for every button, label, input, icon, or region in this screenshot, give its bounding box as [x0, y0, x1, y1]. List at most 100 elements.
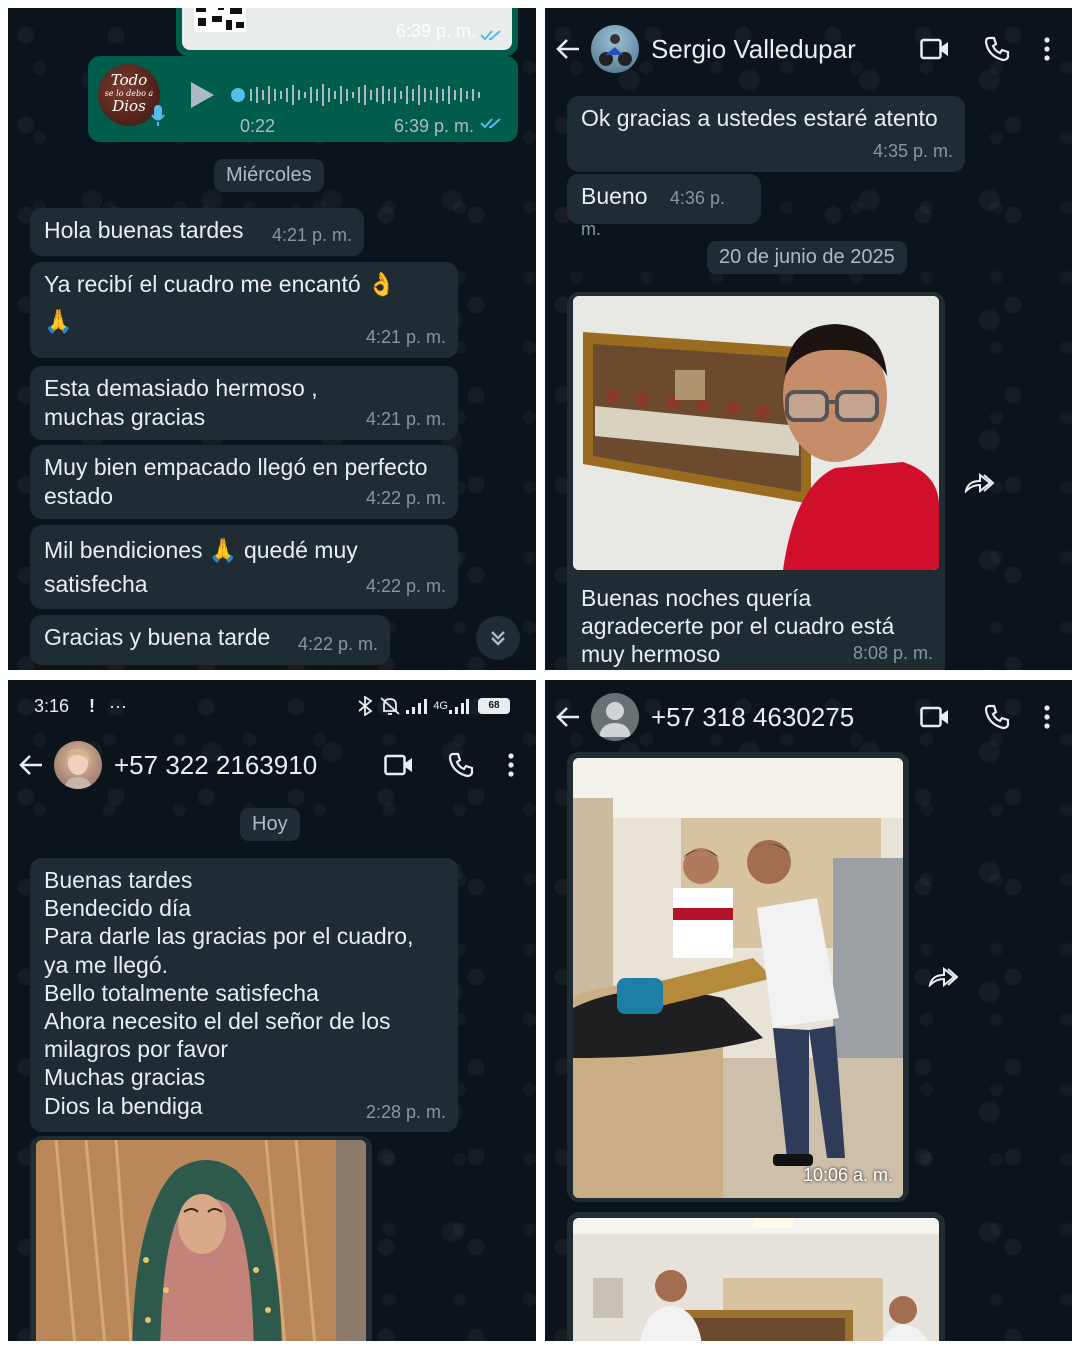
read-ticks-icon [480, 30, 501, 41]
back-button[interactable] [8, 752, 54, 778]
message-time: 2:28 p. m. [365, 1101, 446, 1122]
photo-time: 10:06 a. m. [802, 1165, 893, 1185]
men-unpacking-painting-image [573, 758, 903, 1198]
photo-message-bubble[interactable]: Buenas noches quería agradecerte por el … [567, 292, 945, 670]
voice-time: 6:39 p. m. [393, 116, 474, 136]
photo-message-bubble[interactable] [567, 1212, 945, 1341]
status-more: ··· [109, 695, 128, 716]
avatar[interactable] [54, 741, 102, 789]
video-call-icon[interactable] [920, 38, 950, 60]
video-call-icon[interactable] [384, 754, 414, 776]
photo-men-with-painting[interactable] [573, 1218, 939, 1341]
sticker-text-1: Todo [110, 71, 148, 89]
mute-icon [380, 697, 400, 715]
status-bar: 3:16 ! ··· 4G 68 [8, 680, 536, 732]
signal-icon [406, 699, 428, 714]
message-bubble[interactable]: Buenas tardes Bendecido día Para darle l… [30, 858, 458, 1132]
scroll-down-icon [491, 631, 505, 646]
network-type: 4G [433, 700, 448, 712]
photo-message-bubble[interactable]: 10:06 a. m. [567, 752, 909, 1202]
chat-panel-3: 3:16 ! ··· 4G 68 +57 322 2163910 Hoy Bue… [8, 680, 536, 1341]
battery-level: 68 [488, 700, 500, 711]
battery-icon: 68 [478, 698, 510, 714]
contact-name[interactable]: Sergio Valledupar [651, 34, 920, 65]
forward-icon [964, 472, 994, 493]
forward-button[interactable] [921, 954, 965, 998]
message-bubble[interactable]: Esta demasiado hermoso , muchas gracias … [30, 366, 458, 440]
woman-avatar-image [64, 748, 92, 789]
message-bubble[interactable]: Gracias y buena tarde 4:22 p. m. [30, 615, 390, 665]
voice-duration: 0:22 [240, 116, 276, 136]
default-avatar-icon [599, 702, 631, 737]
message-line: milagros por favor [44, 1036, 229, 1063]
back-arrow-icon [19, 755, 42, 775]
phone-icon[interactable] [448, 752, 474, 778]
message-time: 4:21 p. m. [365, 409, 446, 429]
phone-icon[interactable] [984, 36, 1010, 62]
photo-message-bubble[interactable] [30, 1136, 372, 1341]
qr-code-image [194, 8, 246, 32]
photo-unboxing[interactable]: 10:06 a. m. [573, 758, 903, 1198]
contact-name[interactable]: +57 318 4630275 [651, 702, 920, 733]
avatar[interactable] [591, 693, 639, 741]
message-bubble[interactable]: Bueno 4:36 p. m. [567, 174, 761, 239]
message-text: Gracias y buena tarde [44, 624, 271, 650]
voice-waveform[interactable] [230, 80, 492, 110]
message-time: 4:22 p. m. [365, 576, 446, 596]
voice-note-bubble[interactable]: Todo se lo debo a Dios 0:22 6:39 p. m. [88, 56, 518, 142]
message-line: Bello totalmente satisfecha [44, 979, 319, 1006]
message-bubble[interactable]: Hola buenas tardes 4:21 p. m. [30, 208, 364, 256]
chat-header: +57 318 4630275 [545, 680, 1072, 754]
date-chip: Hoy [240, 808, 300, 841]
message-text: Esta demasiado hermoso , muchas gracias [44, 375, 318, 430]
message-line: Muchas gracias [44, 1064, 206, 1091]
message-bubble[interactable]: Muy bien empacado llegó en perfecto esta… [30, 445, 458, 519]
chat-header: Sergio Valledupar [545, 12, 1072, 86]
message-time: 4:22 p. m. [297, 634, 378, 654]
scroll-down-button[interactable] [476, 616, 520, 660]
image-time: 6:39 p. m. [395, 21, 476, 41]
status-alert: ! [89, 695, 96, 716]
bluetooth-icon [358, 696, 373, 716]
read-ticks-icon [480, 118, 501, 129]
message-text: Ya recibí el cuadro me encantó 👌 [44, 271, 396, 297]
phone-icon[interactable] [984, 704, 1010, 730]
message-time: 4:22 p. m. [365, 488, 446, 508]
date-chip: Miércoles [214, 159, 324, 192]
men-with-painting-image [573, 1218, 939, 1341]
menu-dots-icon[interactable] [1044, 37, 1050, 61]
image-thumbnail[interactable]: 6:39 p. m. [182, 8, 512, 50]
message-text: Bueno [581, 183, 648, 209]
message-bubble[interactable]: Ok gracias a ustedes estaré atento 4:35 … [567, 96, 965, 172]
contact-name[interactable]: +57 322 2163910 [114, 750, 384, 781]
message-line: Para darle las gracias por el cuadro, [44, 923, 414, 950]
message-time: 4:35 p. m. [872, 141, 953, 161]
back-button[interactable] [545, 36, 591, 62]
status-time: 3:16 [34, 695, 70, 716]
date-chip: 20 de junio de 2025 [707, 241, 907, 274]
chat-panel-4: +57 318 4630275 10:06 a. m. [545, 680, 1072, 1341]
avatar[interactable] [591, 25, 639, 73]
video-call-icon[interactable] [920, 706, 950, 728]
menu-dots-icon[interactable] [1044, 705, 1050, 729]
forward-button[interactable] [957, 460, 1001, 504]
mic-icon [151, 105, 165, 126]
menu-dots-icon[interactable] [508, 753, 514, 777]
forward-icon [928, 966, 958, 987]
back-button[interactable] [545, 704, 591, 730]
photo-man-with-painting[interactable] [573, 296, 939, 570]
message-text: Mil bendiciones 🙏 quedé muy satisfecha [44, 537, 358, 597]
message-time: 4:21 p. m. [271, 225, 352, 245]
chat-panel-1: 6:39 p. m. Todo se lo debo a Dios 0:22 6… [8, 8, 536, 670]
image-message-bubble[interactable]: 6:39 p. m. [176, 8, 518, 56]
message-bubble[interactable]: Mil bendiciones 🙏 quedé muy satisfecha 4… [30, 525, 458, 609]
photo-virgin-guadalupe[interactable] [36, 1140, 366, 1341]
back-arrow-icon [556, 707, 579, 727]
message-line: Buenas tardes [44, 867, 193, 893]
message-line: ya me llegó. [44, 951, 169, 978]
message-bubble[interactable]: Ya recibí el cuadro me encantó 👌 🙏 4:21 … [30, 262, 458, 358]
photo-time: 8:08 p. m. [852, 643, 933, 663]
last-supper-painting-image [573, 296, 939, 570]
play-icon[interactable] [188, 80, 216, 110]
message-line: Bendecido día [44, 895, 192, 922]
